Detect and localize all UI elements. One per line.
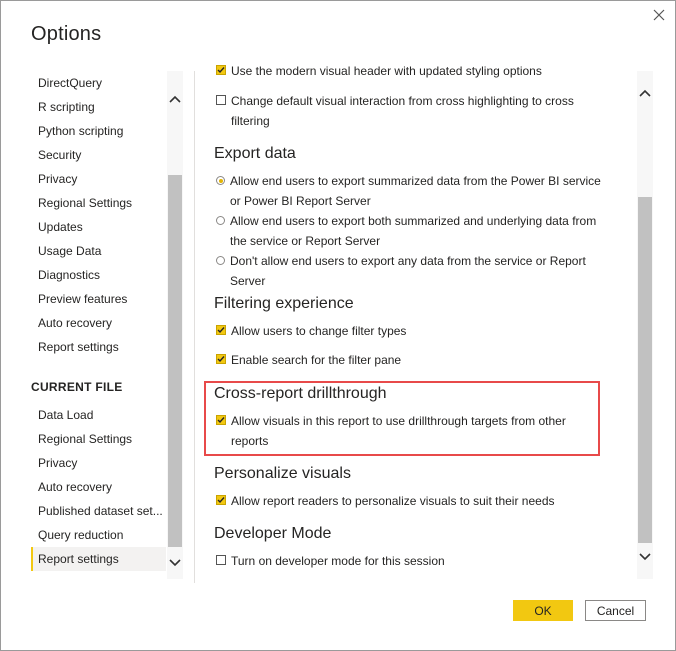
content-scrollbar-thumb[interactable] — [638, 197, 652, 543]
option-label: Enable search for the filter pane — [231, 353, 402, 367]
current-file-header: CURRENT FILE — [31, 380, 123, 394]
options-sidebar: DirectQuery R scripting Python scripting… — [31, 71, 186, 581]
radio-export-summarized[interactable]: Allow end users to export summarized dat… — [216, 171, 601, 211]
option-change-filter-types[interactable]: Allow users to change filter types — [216, 321, 601, 341]
option-label: Change default visual interaction from c… — [231, 94, 574, 128]
chevron-down-icon[interactable] — [637, 549, 653, 565]
cancel-button[interactable]: Cancel — [585, 600, 646, 621]
checkbox-checked[interactable] — [216, 354, 226, 364]
export-data-heading: Export data — [214, 145, 296, 162]
checkbox-unchecked[interactable] — [216, 555, 226, 565]
radio-selected[interactable] — [216, 176, 225, 185]
option-cross-filtering[interactable]: Change default visual interaction from c… — [216, 91, 601, 131]
sidebar-item-data-load[interactable]: Data Load — [31, 403, 166, 427]
ok-button[interactable]: OK — [513, 600, 573, 621]
sidebar-item-python-scripting[interactable]: Python scripting — [31, 119, 166, 143]
option-label: Turn on developer mode for this session — [231, 554, 445, 568]
sidebar-item-r-scripting[interactable]: R scripting — [31, 95, 166, 119]
radio-unselected[interactable] — [216, 216, 225, 225]
sidebar-item-regional-settings-file[interactable]: Regional Settings — [31, 427, 166, 451]
checkmark-icon — [217, 356, 225, 363]
sidebar-item-auto-recovery[interactable]: Auto recovery — [31, 311, 166, 335]
sidebar-item-published-dataset-settings[interactable]: Published dataset set... — [31, 499, 166, 523]
sidebar-item-updates[interactable]: Updates — [31, 215, 166, 239]
sidebar-item-regional-settings[interactable]: Regional Settings — [31, 191, 166, 215]
option-cross-report-drillthrough[interactable]: Allow visuals in this report to use dril… — [216, 411, 576, 451]
checkbox-checked[interactable] — [216, 495, 226, 505]
chevron-up-icon[interactable] — [167, 91, 183, 107]
panel-divider — [194, 71, 195, 583]
sidebar-item-directquery[interactable]: DirectQuery — [31, 71, 166, 95]
developer-mode-heading: Developer Mode — [214, 525, 332, 542]
option-enable-filter-search[interactable]: Enable search for the filter pane — [216, 350, 601, 370]
report-settings-panel: Use the modern visual header with update… — [201, 61, 626, 583]
checkbox-checked[interactable] — [216, 415, 226, 425]
option-label: Allow users to change filter types — [231, 324, 407, 338]
checkmark-icon — [217, 327, 225, 334]
chevron-down-icon[interactable] — [167, 555, 183, 571]
sidebar-item-report-settings-active[interactable]: Report settings — [31, 547, 166, 571]
chevron-up-icon[interactable] — [637, 85, 653, 101]
checkmark-icon — [217, 67, 225, 74]
sidebar-scrollbar[interactable] — [167, 71, 183, 579]
filtering-experience-heading: Filtering experience — [214, 295, 354, 312]
radio-export-none[interactable]: Don't allow end users to export any data… — [216, 251, 601, 291]
option-label: Use the modern visual header with update… — [231, 64, 542, 78]
sidebar-item-report-settings-global[interactable]: Report settings — [31, 335, 166, 359]
dialog-title: Options — [31, 23, 102, 45]
sidebar-item-query-reduction[interactable]: Query reduction — [31, 523, 166, 547]
option-label: Allow report readers to personalize visu… — [231, 494, 555, 508]
checkbox-unchecked[interactable] — [216, 95, 226, 105]
option-developer-mode[interactable]: Turn on developer mode for this session — [216, 551, 601, 571]
options-dialog: Options DirectQuery R scripting Python s… — [0, 0, 676, 651]
sidebar-item-privacy-file[interactable]: Privacy — [31, 451, 166, 475]
radio-export-underlying[interactable]: Allow end users to export both summarize… — [216, 211, 601, 251]
option-modern-visual-header[interactable]: Use the modern visual header with update… — [216, 61, 601, 81]
checkbox-checked[interactable] — [216, 325, 226, 335]
checkbox-checked[interactable] — [216, 65, 226, 75]
sidebar-item-preview-features[interactable]: Preview features — [31, 287, 166, 311]
close-icon[interactable] — [649, 5, 669, 25]
personalize-visuals-heading: Personalize visuals — [214, 465, 351, 482]
sidebar-scrollbar-thumb[interactable] — [168, 175, 182, 547]
content-scrollbar[interactable] — [637, 71, 653, 579]
option-label: Allow visuals in this report to use dril… — [231, 414, 566, 448]
option-label: Don't allow end users to export any data… — [230, 254, 586, 288]
option-label: Allow end users to export both summarize… — [230, 214, 597, 248]
sidebar-item-security[interactable]: Security — [31, 143, 166, 167]
cross-report-drillthrough-heading: Cross-report drillthrough — [214, 385, 387, 402]
sidebar-item-auto-recovery-file[interactable]: Auto recovery — [31, 475, 166, 499]
option-label: Allow end users to export summarized dat… — [230, 174, 601, 208]
checkmark-icon — [217, 497, 225, 504]
sidebar-item-usage-data[interactable]: Usage Data — [31, 239, 166, 263]
sidebar-item-privacy[interactable]: Privacy — [31, 167, 166, 191]
radio-unselected[interactable] — [216, 256, 225, 265]
checkmark-icon — [217, 417, 225, 424]
option-personalize-visuals[interactable]: Allow report readers to personalize visu… — [216, 491, 601, 511]
sidebar-item-diagnostics[interactable]: Diagnostics — [31, 263, 166, 287]
